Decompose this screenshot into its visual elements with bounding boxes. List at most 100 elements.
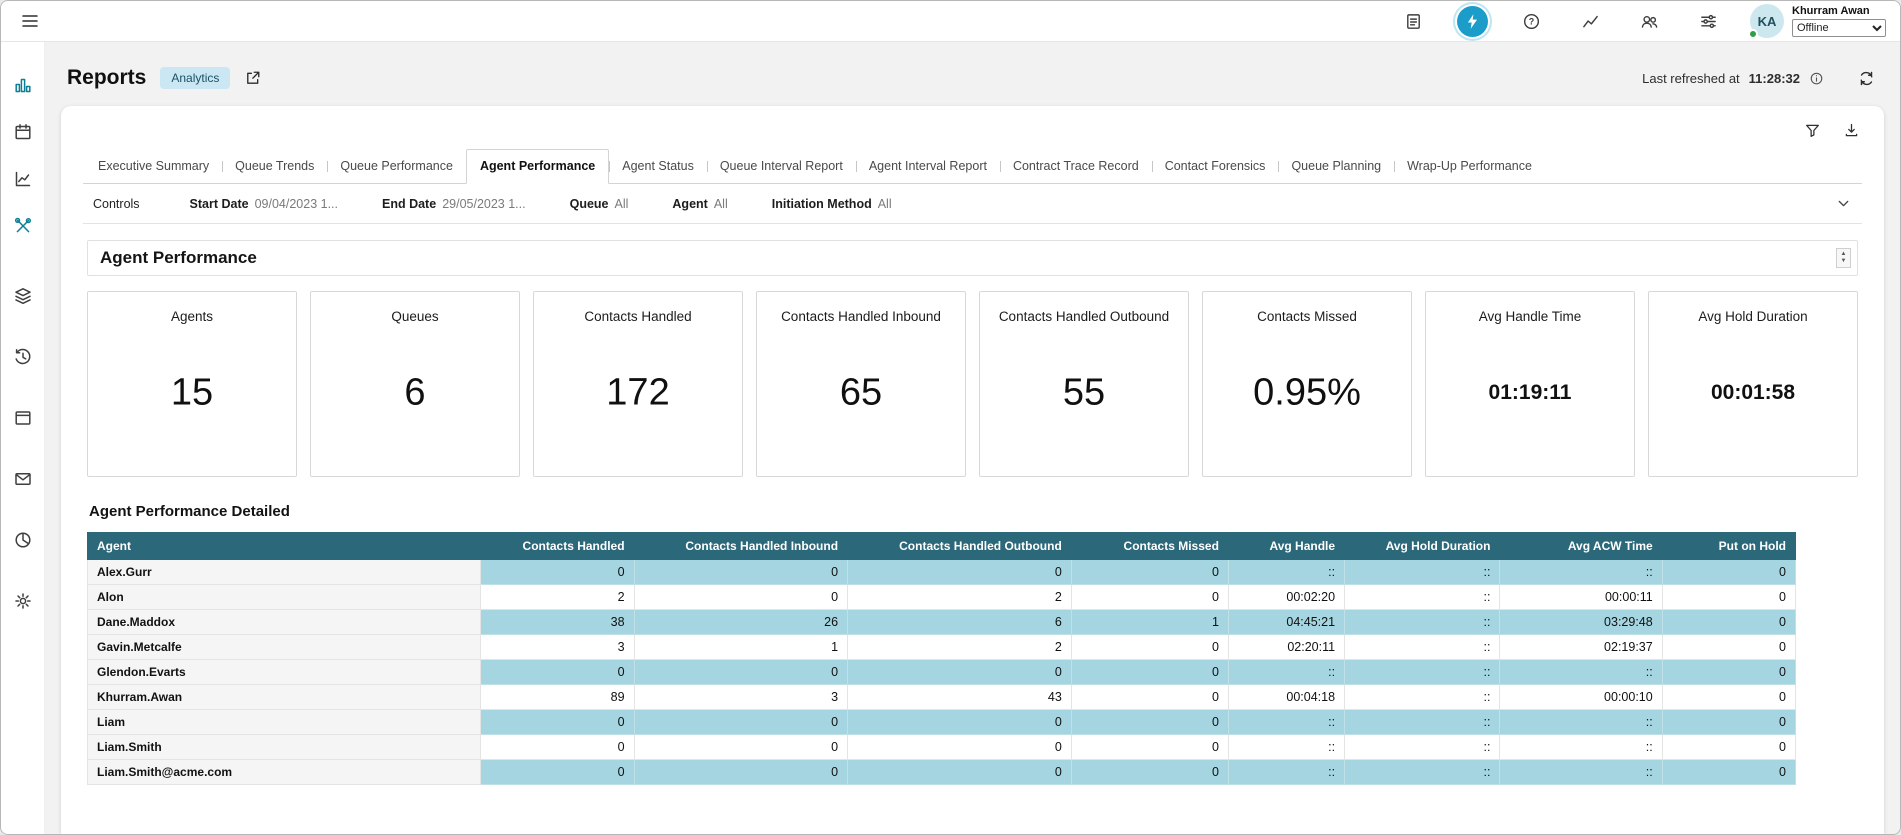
users-button[interactable] xyxy=(1634,6,1665,37)
value-cell: 0 xyxy=(1662,710,1795,735)
value-cell: :: xyxy=(1500,760,1662,785)
column-header[interactable]: Contacts Missed xyxy=(1071,533,1228,560)
avatar[interactable]: KA xyxy=(1750,4,1784,38)
value-cell: 00:02:20 xyxy=(1228,585,1344,610)
kpi-label: Contacts Handled xyxy=(534,309,742,324)
notes-button[interactable] xyxy=(1398,6,1429,37)
control-agent[interactable]: AgentAll xyxy=(672,197,727,211)
control-end-date[interactable]: End Date29/05/2023 1... xyxy=(382,197,526,211)
value-cell: :: xyxy=(1500,735,1662,760)
tab-contract-trace-record[interactable]: Contract Trace Record xyxy=(1000,150,1152,183)
line-chart-button[interactable] xyxy=(1575,6,1606,37)
tab-agent-interval-report[interactable]: Agent Interval Report xyxy=(856,150,1000,183)
value-cell: 0 xyxy=(634,735,848,760)
value-cell: 0 xyxy=(1662,685,1795,710)
window-icon xyxy=(13,408,33,428)
tab-queue-planning[interactable]: Queue Planning xyxy=(1278,150,1394,183)
value-cell: 0 xyxy=(848,660,1072,685)
tab-agent-performance[interactable]: Agent Performance xyxy=(466,149,609,184)
value-cell: :: xyxy=(1500,560,1662,585)
tab-contact-forensics[interactable]: Contact Forensics xyxy=(1152,150,1279,183)
sidebar-item-calendar[interactable] xyxy=(8,117,38,147)
open-external-button[interactable] xyxy=(244,69,262,87)
sidebar-item-pie-chart[interactable] xyxy=(8,525,38,555)
kpi-card: Queues6 xyxy=(310,291,520,477)
sidebar-item-bar-chart[interactable] xyxy=(8,70,38,100)
value-cell: 0 xyxy=(634,585,848,610)
table-header-row: AgentContacts HandledContacts Handled In… xyxy=(88,533,1796,560)
topbar: ? KA Khurram Awan Offline xyxy=(1,1,1900,42)
agent-name-cell: Alon xyxy=(88,585,481,610)
value-cell: 0 xyxy=(480,760,634,785)
svg-text:?: ? xyxy=(1529,16,1535,26)
value-cell: :: xyxy=(1345,735,1500,760)
kpi-card: Contacts Handled Inbound65 xyxy=(756,291,966,477)
value-cell: 26 xyxy=(634,610,848,635)
sidebar-item-tools[interactable] xyxy=(8,211,38,241)
help-icon: ? xyxy=(1522,12,1541,31)
value-cell: 02:20:11 xyxy=(1228,635,1344,660)
control-initiation-method[interactable]: Initiation MethodAll xyxy=(772,197,892,211)
sidebar-item-mail[interactable] xyxy=(8,464,38,494)
sidebar-item-window[interactable] xyxy=(8,403,38,433)
value-cell: :: xyxy=(1228,735,1344,760)
stepper-control[interactable]: ▲▼ xyxy=(1836,248,1851,268)
download-icon xyxy=(1843,122,1860,139)
sliders-button[interactable] xyxy=(1693,6,1724,37)
tab-wrap-up-performance[interactable]: Wrap-Up Performance xyxy=(1394,150,1545,183)
value-cell: :: xyxy=(1228,660,1344,685)
filter-button[interactable] xyxy=(1804,122,1821,139)
tab-queue-interval-report[interactable]: Queue Interval Report xyxy=(707,150,856,183)
help-button[interactable]: ? xyxy=(1516,6,1547,37)
value-cell: 0 xyxy=(1662,660,1795,685)
tab-queue-performance[interactable]: Queue Performance xyxy=(327,150,466,183)
column-header[interactable]: Contacts Handled Outbound xyxy=(848,533,1072,560)
kpi-card: Avg Hold Duration00:01:58 xyxy=(1648,291,1858,477)
value-cell: 0 xyxy=(634,710,848,735)
tab-executive-summary[interactable]: Executive Summary xyxy=(85,150,222,183)
control-start-date[interactable]: Start Date09/04/2023 1... xyxy=(190,197,338,211)
value-cell: 0 xyxy=(1071,560,1228,585)
column-header[interactable]: Contacts Handled xyxy=(480,533,634,560)
value-cell: :: xyxy=(1345,660,1500,685)
value-cell: 3 xyxy=(634,685,848,710)
table-row: Gavin.Metcalfe312002:20:11::02:19:370 xyxy=(88,635,1796,660)
tab-agent-status[interactable]: Agent Status xyxy=(609,150,707,183)
column-header[interactable]: Agent xyxy=(88,533,481,560)
control-value: 29/05/2023 1... xyxy=(442,197,525,211)
sidebar xyxy=(1,42,45,834)
value-cell: 04:45:21 xyxy=(1228,610,1344,635)
column-header[interactable]: Avg Hold Duration xyxy=(1345,533,1500,560)
kpi-grid: Agents15Queues6Contacts Handled172Contac… xyxy=(87,291,1858,477)
controls-expand-button[interactable] xyxy=(1835,195,1852,212)
value-cell: 0 xyxy=(1071,585,1228,610)
hamburger-menu-button[interactable] xyxy=(15,6,45,36)
sidebar-item-layers[interactable] xyxy=(8,281,38,311)
lightning-button[interactable] xyxy=(1457,6,1488,37)
value-cell: 0 xyxy=(1071,710,1228,735)
users-icon xyxy=(1640,12,1659,31)
sidebar-item-history[interactable] xyxy=(8,342,38,372)
tools-icon xyxy=(13,216,33,236)
table-row: Liam.Smith@acme.com0000::::::0 xyxy=(88,760,1796,785)
analytics-badge: Analytics xyxy=(160,67,230,89)
sidebar-item-gear[interactable] xyxy=(8,586,38,616)
table-row: Khurram.Awan89343000:04:18::00:00:100 xyxy=(88,685,1796,710)
value-cell: :: xyxy=(1228,760,1344,785)
column-header[interactable]: Avg Handle xyxy=(1228,533,1344,560)
value-cell: 0 xyxy=(848,735,1072,760)
column-header[interactable]: Contacts Handled Inbound xyxy=(634,533,848,560)
status-select[interactable]: Offline xyxy=(1792,19,1886,37)
column-header[interactable]: Avg ACW Time xyxy=(1500,533,1662,560)
download-button[interactable] xyxy=(1843,122,1860,139)
sidebar-item-line-chart[interactable] xyxy=(8,164,38,194)
refresh-info-button[interactable] xyxy=(1809,71,1824,86)
value-cell: :: xyxy=(1345,610,1500,635)
control-value: All xyxy=(878,197,892,211)
control-queue[interactable]: QueueAll xyxy=(570,197,629,211)
refresh-button[interactable] xyxy=(1857,69,1876,88)
column-header[interactable]: Put on Hold xyxy=(1662,533,1795,560)
value-cell: 6 xyxy=(848,610,1072,635)
tab-queue-trends[interactable]: Queue Trends xyxy=(222,150,327,183)
value-cell: 1 xyxy=(634,635,848,660)
